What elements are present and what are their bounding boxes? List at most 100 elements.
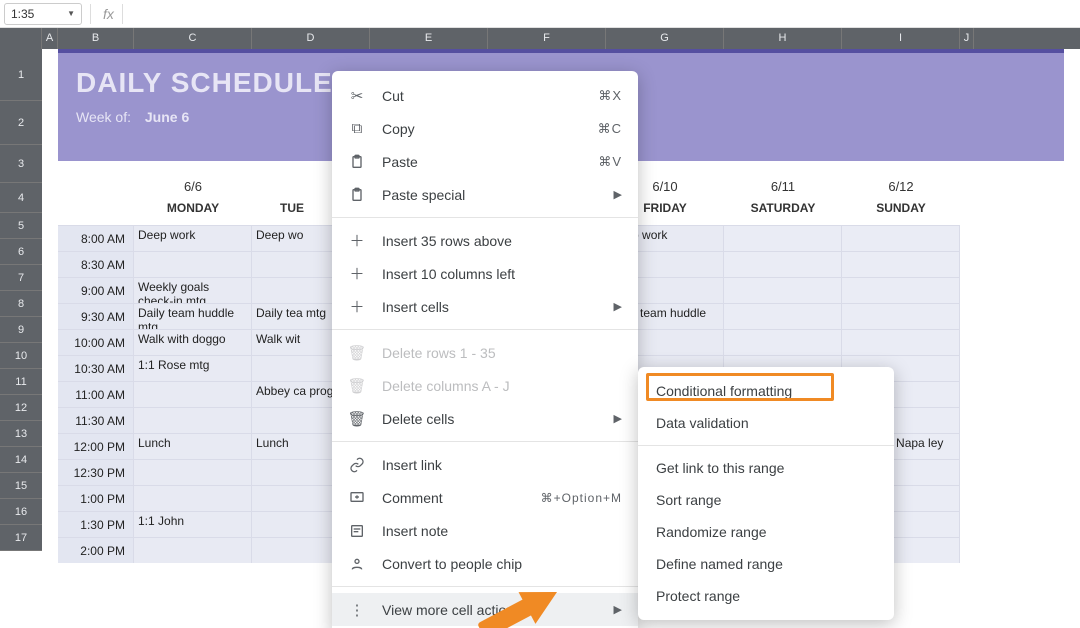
schedule-cell[interactable] <box>724 225 842 251</box>
row-1[interactable]: 1 <box>0 49 42 101</box>
note-icon <box>346 520 368 542</box>
schedule-cell[interactable]: Walk with doggo <box>134 329 252 355</box>
col-E[interactable]: E <box>370 28 488 49</box>
scissors-icon: ✂ <box>346 85 368 107</box>
time-cell[interactable]: 11:30 AM <box>58 407 134 433</box>
schedule-cell[interactable] <box>134 485 252 511</box>
time-cell[interactable]: 9:30 AM <box>58 303 134 329</box>
menu-insert-cells[interactable]: ＋ Insert cells ▶ <box>332 290 638 323</box>
col-F[interactable]: F <box>488 28 606 49</box>
menu-people-chip[interactable]: Convert to people chip <box>332 547 638 580</box>
column-headers: A B C D E F G H I J <box>0 28 1080 49</box>
link-icon <box>346 454 368 476</box>
schedule-cell[interactable] <box>134 459 252 485</box>
row-16[interactable]: 16 <box>0 499 42 525</box>
menu-paste[interactable]: Paste ⌘V <box>332 145 638 178</box>
col-D[interactable]: D <box>252 28 370 49</box>
sub-define-named-range[interactable]: Define named range <box>638 548 894 580</box>
schedule-cell[interactable] <box>134 407 252 433</box>
col-C[interactable]: C <box>134 28 252 49</box>
menu-delete-cols: 🗑 Delete columns A - J <box>332 369 638 402</box>
row-14[interactable]: 14 <box>0 447 42 473</box>
grid[interactable]: DAILY SCHEDULE Week of: June 6 6/6 6/10 … <box>42 49 1080 551</box>
time-cell[interactable]: 10:00 AM <box>58 329 134 355</box>
name-box[interactable]: 1:35 ▼ <box>4 3 82 25</box>
row-6[interactable]: 6 <box>0 239 42 265</box>
row-8[interactable]: 8 <box>0 291 42 317</box>
time-cell[interactable]: 9:00 AM <box>58 277 134 303</box>
menu-copy[interactable]: ⧉ Copy ⌘C <box>332 112 638 145</box>
date-mon: 6/6 <box>134 179 252 194</box>
row-13[interactable]: 13 <box>0 421 42 447</box>
schedule-cell[interactable]: 1:1 John <box>134 511 252 537</box>
menu-insert-note[interactable]: Insert note <box>332 514 638 547</box>
menu-delete-rows: 🗑 Delete rows 1 - 35 <box>332 336 638 369</box>
row-9[interactable]: 9 <box>0 317 42 343</box>
schedule-cell[interactable] <box>724 303 842 329</box>
col-G[interactable]: G <box>606 28 724 49</box>
clipboard-icon <box>346 151 368 173</box>
schedule-cell[interactable]: Weekly goals check-in mtg <box>134 277 252 303</box>
divider <box>122 4 123 24</box>
time-cell[interactable]: 8:00 AM <box>58 225 134 251</box>
schedule-cell[interactable]: Lunch <box>134 433 252 459</box>
schedule-cell[interactable] <box>724 329 842 355</box>
time-cell[interactable]: 12:30 PM <box>58 459 134 485</box>
schedule-cell[interactable] <box>842 225 960 251</box>
schedule-cell[interactable]: Daily team huddle mtg <box>134 303 252 329</box>
col-J[interactable]: J <box>960 28 974 49</box>
menu-insert-cols[interactable]: ＋ Insert 10 columns left <box>332 257 638 290</box>
schedule-cell[interactable]: Deep work <box>134 225 252 251</box>
schedule-cell[interactable] <box>724 251 842 277</box>
sub-protect-range[interactable]: Protect range <box>638 580 894 612</box>
time-cell[interactable]: 8:30 AM <box>58 251 134 277</box>
chevron-right-icon: ▶ <box>614 188 622 201</box>
row-17[interactable]: 17 <box>0 525 42 551</box>
row-7[interactable]: 7 <box>0 265 42 291</box>
time-cell[interactable]: 11:00 AM <box>58 381 134 407</box>
schedule-cell[interactable]: 1:1 Rose mtg <box>134 355 252 381</box>
schedule-cell[interactable] <box>842 251 960 277</box>
menu-cut[interactable]: ✂ Cut ⌘X <box>332 79 638 112</box>
row-12[interactable]: 12 <box>0 395 42 421</box>
row-2[interactable]: 2 <box>0 101 42 145</box>
row-15[interactable]: 15 <box>0 473 42 499</box>
time-cell[interactable]: 1:30 PM <box>58 511 134 537</box>
menu-paste-special[interactable]: Paste special ▶ <box>332 178 638 211</box>
menu-comment[interactable]: Comment ⌘+Option+M <box>332 481 638 514</box>
clipboard-icon <box>346 184 368 206</box>
sub-get-link[interactable]: Get link to this range <box>638 452 894 484</box>
time-cell[interactable]: 1:00 PM <box>58 485 134 511</box>
schedule-cell[interactable] <box>842 329 960 355</box>
date-sun: 6/12 <box>842 179 960 194</box>
sub-randomize-range[interactable]: Randomize range <box>638 516 894 548</box>
schedule-cell[interactable] <box>842 277 960 303</box>
menu-delete-cells[interactable]: 🗑 Delete cells ▶ <box>332 402 638 435</box>
menu-insert-rows[interactable]: ＋ Insert 35 rows above <box>332 224 638 257</box>
col-B[interactable]: B <box>58 28 134 49</box>
col-A[interactable]: A <box>42 28 58 49</box>
menu-insert-link[interactable]: Insert link <box>332 448 638 481</box>
row-5[interactable]: 5 <box>0 213 42 239</box>
row-4[interactable]: 4 <box>0 183 42 213</box>
row-3[interactable]: 3 <box>0 145 42 183</box>
schedule-cell[interactable] <box>134 251 252 277</box>
fx-label: fx <box>103 6 114 22</box>
divider <box>332 217 638 218</box>
sub-data-validation[interactable]: Data validation <box>638 407 894 439</box>
row-11[interactable]: 11 <box>0 369 42 395</box>
schedule-cell[interactable] <box>724 277 842 303</box>
time-cell[interactable]: 12:00 PM <box>58 433 134 459</box>
schedule-cell[interactable] <box>134 381 252 407</box>
col-I[interactable]: I <box>842 28 960 49</box>
schedule-cell[interactable] <box>134 537 252 563</box>
row-10[interactable]: 10 <box>0 343 42 369</box>
row-headers: 1 2 3 4 5 6 7 8 9 10 11 12 13 14 15 16 1… <box>0 49 42 551</box>
time-cell[interactable]: 10:30 AM <box>58 355 134 381</box>
comment-icon <box>346 487 368 509</box>
select-all-corner[interactable] <box>0 28 42 49</box>
sub-sort-range[interactable]: Sort range <box>638 484 894 516</box>
time-cell[interactable]: 2:00 PM <box>58 537 134 563</box>
schedule-cell[interactable] <box>842 303 960 329</box>
col-H[interactable]: H <box>724 28 842 49</box>
